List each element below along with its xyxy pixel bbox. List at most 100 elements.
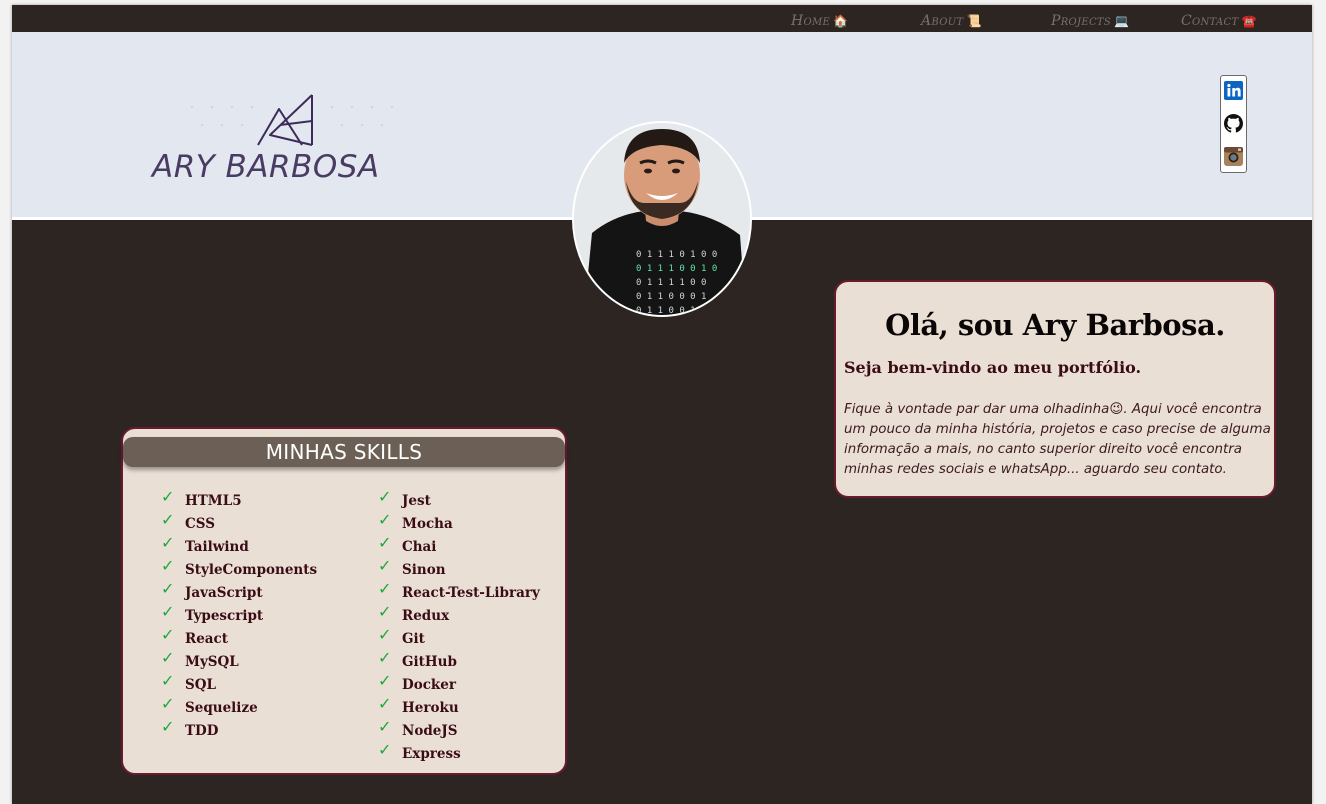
- skill-label: Git: [402, 631, 425, 647]
- skill-label: StyleComponents: [185, 562, 318, 578]
- skill-label: GitHub: [402, 654, 457, 670]
- skill-label: Typescript: [185, 608, 264, 624]
- checkmark-icon: ✓: [378, 625, 392, 644]
- checkmark-icon: ✓: [378, 579, 392, 598]
- skill-item: ✓ Chai: [378, 533, 437, 559]
- skill-item: ✓ JavaScript: [161, 579, 263, 605]
- skill-item: ✓ Tailwind: [161, 533, 249, 559]
- checkmark-icon: ✓: [161, 694, 175, 713]
- scroll-icon: 📜: [966, 14, 982, 28]
- skill-item: ✓ Express: [378, 740, 461, 766]
- nav-contact-link[interactable]: Contact ☎️: [1181, 13, 1257, 31]
- checkmark-icon: ✓: [161, 648, 175, 667]
- skill-label: Sequelize: [185, 700, 258, 716]
- skill-item: ✓ Git: [378, 625, 425, 651]
- welcome-text: Fique à vontade par dar uma olhadinha😉. …: [844, 402, 1271, 477]
- skill-label: SQL: [185, 677, 217, 693]
- skill-item: ✓ CSS: [161, 510, 215, 536]
- shirt-code-line-3: 0 1 1 1 1 0 0: [636, 278, 706, 288]
- github-link[interactable]: [1224, 114, 1243, 133]
- site-logo[interactable]: ARY BARBOSA: [152, 87, 412, 187]
- checkmark-icon: ✓: [378, 648, 392, 667]
- checkmark-icon: ✓: [161, 487, 175, 506]
- skill-item: ✓ Docker: [378, 671, 456, 697]
- profile-photo: 0 1 1 1 0 1 0 0 0 1 1 1 0 0 1 0 0 1 1 1 …: [572, 121, 752, 317]
- skills-title: MINHAS SKILLS: [123, 437, 565, 467]
- skill-label: NodeJS: [402, 723, 458, 739]
- skill-item: ✓ React-Test-Library: [378, 579, 540, 605]
- nav-home-label: Home: [791, 13, 831, 29]
- skill-label: React-Test-Library: [402, 585, 540, 601]
- skill-item: ✓ StyleComponents: [161, 556, 318, 582]
- checkmark-icon: ✓: [161, 533, 175, 552]
- telephone-icon: ☎️: [1241, 14, 1257, 28]
- checkmark-icon: ✓: [378, 740, 392, 759]
- checkmark-icon: ✓: [161, 671, 175, 690]
- skill-item: ✓ TDD: [161, 717, 219, 743]
- github-icon: [1224, 114, 1243, 133]
- skill-label: Chai: [402, 539, 437, 555]
- skill-item: ✓ NodeJS: [378, 717, 458, 743]
- checkmark-icon: ✓: [378, 694, 392, 713]
- nav-about-label: About: [921, 13, 964, 29]
- checkmark-icon: ✓: [161, 510, 175, 529]
- checkmark-icon: ✓: [161, 625, 175, 644]
- checkmark-icon: ✓: [161, 717, 175, 736]
- nav-projects-label: Projects: [1051, 13, 1112, 29]
- logo-text: ARY BARBOSA: [152, 149, 380, 185]
- skill-label: TDD: [185, 723, 219, 739]
- skill-label: Express: [402, 746, 461, 762]
- house-icon: 🏠: [833, 14, 849, 28]
- skill-label: JavaScript: [185, 585, 263, 601]
- checkmark-icon: ✓: [378, 510, 392, 529]
- laptop-icon: 💻: [1114, 14, 1130, 28]
- skill-item: ✓ SQL: [161, 671, 217, 697]
- skill-item: ✓ MySQL: [161, 648, 239, 674]
- skill-item: ✓ Jest: [378, 487, 431, 513]
- skill-label: Mocha: [402, 516, 453, 532]
- nav-home-link[interactable]: Home 🏠: [791, 13, 848, 31]
- checkmark-icon: ✓: [378, 717, 392, 736]
- top-nav: Home 🏠 About 📜 Projects 💻 Contact ☎️: [12, 5, 1312, 32]
- skill-item: ✓ Redux: [378, 602, 450, 628]
- skill-label: Heroku: [402, 700, 459, 716]
- checkmark-icon: ✓: [378, 556, 392, 575]
- checkmark-icon: ✓: [161, 602, 175, 621]
- logo-mark-icon: [191, 94, 393, 146]
- nav-about-link[interactable]: About 📜: [921, 13, 982, 31]
- profile-photo-image: 0 1 1 1 0 1 0 0 0 1 1 1 0 0 1 0 0 1 1 1 …: [574, 123, 750, 315]
- welcome-card: Olá, sou Ary Barbosa. Seja bem-vindo ao …: [834, 280, 1276, 498]
- skill-item: ✓ HTML5: [161, 487, 242, 513]
- linkedin-link[interactable]: [1224, 81, 1243, 100]
- skill-item: ✓ Heroku: [378, 694, 459, 720]
- checkmark-icon: ✓: [161, 556, 175, 575]
- skill-label: Docker: [402, 677, 456, 693]
- nav-projects-link[interactable]: Projects 💻: [1051, 13, 1129, 31]
- checkmark-icon: ✓: [378, 487, 392, 506]
- checkmark-icon: ✓: [378, 602, 392, 621]
- skill-label: Sinon: [402, 562, 446, 578]
- instagram-link[interactable]: [1224, 147, 1243, 166]
- social-links: [1220, 75, 1247, 173]
- skill-item: ✓ GitHub: [378, 648, 457, 674]
- skill-label: Redux: [402, 608, 450, 624]
- skill-item: ✓ Mocha: [378, 510, 453, 536]
- checkmark-icon: ✓: [378, 533, 392, 552]
- skills-card: MINHAS SKILLS ✓ HTML5 ✓ CSS ✓ Tailwind ✓ StyleC…: [121, 427, 567, 775]
- welcome-title: Olá, sou Ary Barbosa.: [885, 308, 1225, 342]
- welcome-subtitle: Seja bem-vindo ao meu portfólio.: [844, 358, 1142, 377]
- skill-item: ✓ Sequelize: [161, 694, 258, 720]
- shirt-code-line-2: 0 1 1 1 0 0 1 0: [636, 264, 717, 274]
- skill-label: Tailwind: [185, 539, 249, 555]
- shirt-code-line-1: 0 1 1 1 0 1 0 0: [636, 250, 717, 260]
- skill-label: MySQL: [185, 654, 239, 670]
- shirt-code-line-4: 0 1 1 0 0 0 1: [636, 292, 706, 302]
- linkedin-icon: [1224, 81, 1243, 100]
- instagram-icon: [1224, 147, 1243, 166]
- checkmark-icon: ✓: [161, 579, 175, 598]
- skill-item: ✓ Typescript: [161, 602, 264, 628]
- skill-item: ✓ React: [161, 625, 229, 651]
- skill-label: React: [185, 631, 229, 647]
- skill-item: ✓ Sinon: [378, 556, 446, 582]
- checkmark-icon: ✓: [378, 671, 392, 690]
